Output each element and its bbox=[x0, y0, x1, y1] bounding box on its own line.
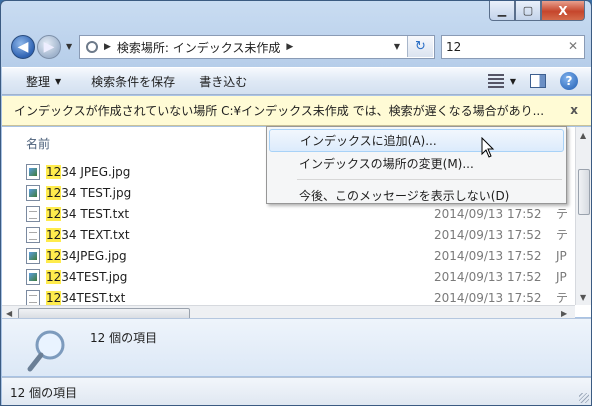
match-highlight: 12 bbox=[46, 227, 62, 242]
file-name: 34 TEXT.txt bbox=[61, 227, 130, 242]
file-name: 34JPEG.jpg bbox=[61, 248, 127, 263]
organize-menu[interactable]: 整理 ▼ bbox=[26, 73, 61, 90]
change-view-button[interactable]: ▼ bbox=[487, 74, 516, 88]
column-header-name[interactable]: 名前 bbox=[26, 135, 50, 152]
refresh-button[interactable]: ↻ bbox=[407, 36, 433, 57]
burn-label: 書き込む bbox=[199, 74, 248, 89]
recent-pages-dropdown-icon[interactable]: ▼ bbox=[66, 42, 72, 51]
breadcrumb-search-location[interactable]: 検索場所: インデックス未作成 bbox=[117, 39, 281, 56]
vertical-scroll-thumb[interactable] bbox=[578, 169, 590, 215]
index-info-bar[interactable]: インデックスが作成されていない場所 C:¥インデックス未作成 では、検索が遅くな… bbox=[2, 96, 591, 126]
chevron-down-icon: ▼ bbox=[509, 76, 516, 86]
item-count: 12 個の項目 bbox=[90, 331, 158, 345]
text-file-icon bbox=[26, 205, 40, 222]
file-name: 34TEST.txt bbox=[61, 290, 126, 305]
scroll-right-icon[interactable]: ▶ bbox=[561, 309, 567, 318]
menu-separator bbox=[297, 179, 562, 180]
search-folder-icon bbox=[86, 41, 98, 53]
info-bar-close-icon[interactable]: x bbox=[570, 103, 578, 117]
file-name: 34 TEST.jpg bbox=[61, 185, 132, 200]
image-file-icon bbox=[26, 247, 40, 264]
text-file-icon bbox=[26, 289, 40, 306]
image-file-icon bbox=[26, 268, 40, 285]
file-date: 2014/09/13 17:52 bbox=[434, 206, 542, 221]
breadcrumb-arrow-icon[interactable]: ▶ bbox=[286, 42, 293, 52]
vertical-scrollbar[interactable]: ▲ ▼ bbox=[575, 127, 591, 305]
text-file-icon bbox=[26, 226, 40, 243]
breadcrumb-arrow-icon[interactable]: ▶ bbox=[104, 42, 111, 52]
toolbar-right: ▼ ? bbox=[487, 72, 578, 90]
mouse-pointer-icon bbox=[481, 137, 495, 158]
menu-item-add-to-index[interactable]: インデックスに追加(A)... bbox=[269, 129, 564, 152]
match-highlight: 12 bbox=[46, 290, 62, 305]
resize-grip-icon[interactable] bbox=[579, 393, 589, 403]
menu-item-dont-show-again[interactable]: 今後、このメッセージを表示しない(D) bbox=[269, 184, 564, 207]
back-button[interactable]: ◀ bbox=[11, 35, 35, 59]
view-details-icon bbox=[487, 74, 504, 88]
address-bar[interactable]: ▶ 検索場所: インデックス未作成 ▶ ▼ bbox=[79, 35, 435, 59]
search-input-value: 12 bbox=[446, 40, 462, 54]
file-name: 34TEST.jpg bbox=[61, 269, 128, 284]
forward-button[interactable]: ▶ bbox=[37, 35, 61, 59]
burn-button[interactable]: 書き込む bbox=[199, 73, 247, 90]
details-pane: 12 個の項目 bbox=[2, 318, 591, 376]
refresh-icon: ↻ bbox=[415, 39, 426, 54]
image-file-icon bbox=[26, 163, 40, 180]
match-highlight: 12 bbox=[46, 248, 62, 263]
file-row[interactable]: 12 34JPEG.jpg 2014/09/13 17:52 JP bbox=[26, 245, 578, 266]
context-menu: インデックスに追加(A)... インデックスの場所の変更(M)... 今後、この… bbox=[266, 126, 567, 204]
file-type: テ bbox=[556, 291, 569, 305]
image-file-icon bbox=[26, 184, 40, 201]
match-highlight: 12 bbox=[46, 164, 62, 179]
menu-item-change-index-locations[interactable]: インデックスの場所の変更(M)... bbox=[269, 152, 564, 175]
save-search-button[interactable]: 検索条件を保存 bbox=[91, 73, 175, 90]
match-highlight: 12 bbox=[46, 269, 62, 284]
caption-buttons: ▁ ▢ X bbox=[489, 1, 585, 21]
search-input[interactable]: 12 ✕ bbox=[441, 35, 585, 59]
file-date: 2014/09/13 17:52 bbox=[434, 290, 542, 305]
file-name: 34 JPEG.jpg bbox=[61, 164, 131, 179]
file-date: 2014/09/13 17:52 bbox=[434, 248, 542, 263]
status-bar: 12 個の項目 bbox=[2, 377, 591, 405]
file-row[interactable]: 12 34 TEXT.txt 2014/09/13 17:52 テ bbox=[26, 224, 578, 245]
minimize-button[interactable]: ▁ bbox=[489, 1, 515, 21]
info-bar-text: インデックスが作成されていない場所 C:¥インデックス未作成 では、検索が遅くな… bbox=[14, 104, 545, 118]
file-date: 2014/09/13 17:52 bbox=[434, 227, 542, 242]
file-date: 2014/09/13 17:52 bbox=[434, 269, 542, 284]
close-button[interactable]: X bbox=[541, 1, 585, 21]
save-search-label: 検索条件を保存 bbox=[91, 74, 176, 89]
file-type: テ bbox=[556, 228, 569, 242]
organize-label: 整理 bbox=[26, 74, 51, 89]
preview-pane-icon[interactable] bbox=[530, 74, 546, 88]
status-text: 12 個の項目 bbox=[10, 385, 78, 400]
file-name: 34 TEST.txt bbox=[61, 206, 130, 221]
file-type: JP bbox=[556, 248, 567, 263]
file-type: テ bbox=[556, 207, 569, 221]
command-bar: 整理 ▼ 検索条件を保存 書き込む ▼ ? bbox=[2, 67, 591, 95]
address-dropdown-icon[interactable]: ▼ bbox=[394, 42, 400, 51]
match-highlight: 12 bbox=[46, 206, 62, 221]
clear-search-icon[interactable]: ✕ bbox=[568, 39, 578, 53]
magnifier-icon bbox=[27, 330, 65, 372]
file-type: JP bbox=[556, 269, 567, 284]
help-icon[interactable]: ? bbox=[560, 72, 578, 90]
match-highlight: 12 bbox=[46, 185, 62, 200]
scroll-up-icon[interactable]: ▲ bbox=[580, 131, 586, 140]
navigation-row: ◀ ▶ ▼ ▶ 検索場所: インデックス未作成 ▶ ▼ ↻ 12 ✕ bbox=[9, 34, 585, 60]
scroll-left-icon[interactable]: ◀ bbox=[6, 309, 12, 318]
maximize-button[interactable]: ▢ bbox=[515, 1, 541, 21]
file-row[interactable]: 12 34TEST.jpg 2014/09/13 17:52 JP bbox=[26, 266, 578, 287]
scroll-down-icon[interactable]: ▼ bbox=[580, 293, 586, 302]
chevron-down-icon: ▼ bbox=[55, 76, 62, 86]
